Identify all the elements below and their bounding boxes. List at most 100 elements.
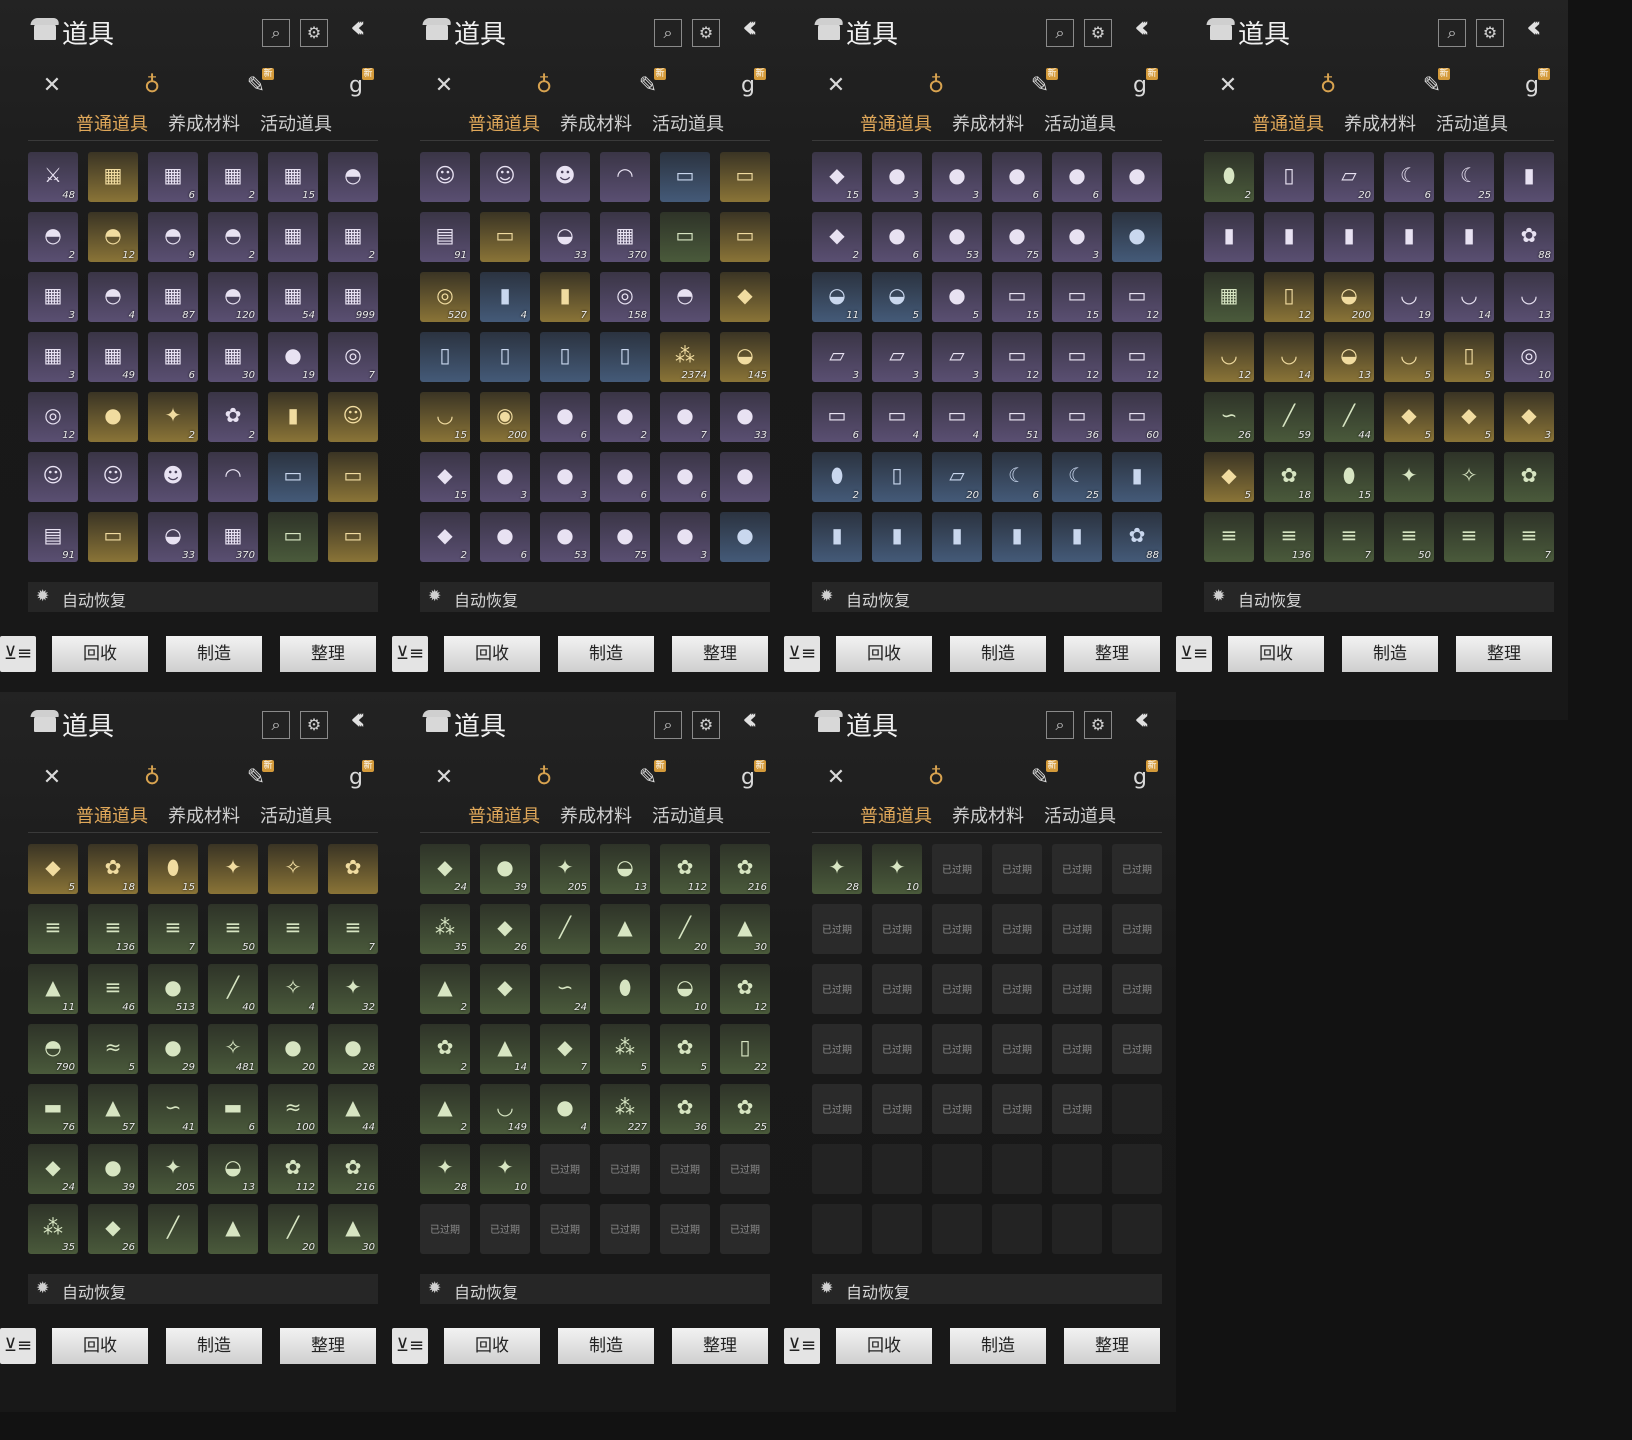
subtab-growth-materials[interactable]: 养成材料 [560,110,632,136]
settings-button[interactable]: ⚙ [1084,19,1112,47]
item-slot[interactable]: ◎ 520 [420,272,470,322]
search-button[interactable]: ⌕ [1046,19,1074,47]
item-slot[interactable]: ▦ 370 [600,212,650,262]
item-slot[interactable]: ▯ [420,332,470,382]
subtab-growth-materials[interactable]: 养成材料 [168,802,240,828]
item-slot[interactable]: ✿ 2 [420,1024,470,1074]
item-slot[interactable]: ● 75 [992,212,1042,262]
item-slot[interactable]: ≡ [1204,512,1254,562]
recycle-button[interactable]: 回收 [836,636,932,672]
item-slot[interactable]: ▱ 20 [1324,152,1374,202]
item-slot[interactable]: ☾ 6 [992,452,1042,502]
auto-restore-bar[interactable]: ✹ 自动恢复 [1204,582,1554,612]
item-slot[interactable]: ▭ [328,452,378,502]
subtab-event-items[interactable]: 活动道具 [260,802,332,828]
item-slot[interactable]: ● 28 [328,1024,378,1074]
tab-item-bag[interactable]: ♁ [524,760,564,796]
item-slot[interactable]: 已过期 [1052,1024,1102,1074]
item-slot[interactable]: ≡ 46 [88,964,138,1014]
item-slot[interactable]: ✦ 10 [480,1144,530,1194]
item-slot[interactable]: ≡ 136 [1264,512,1314,562]
item-slot[interactable]: ● 53 [540,512,590,562]
item-slot[interactable]: ▦ 49 [88,332,138,382]
item-slot[interactable]: ▭ [268,452,318,502]
item-slot[interactable]: 已过期 [420,1204,470,1254]
item-slot[interactable]: ✿ 18 [88,844,138,894]
item-slot[interactable]: ≡ 7 [148,904,198,954]
item-slot[interactable]: ● 75 [600,512,650,562]
item-slot[interactable]: ● [1112,212,1162,262]
item-slot[interactable]: ▯ [1264,152,1314,202]
tab-item-bag[interactable]: ♁ [916,68,956,104]
item-slot[interactable]: ◆ 5 [1444,392,1494,442]
item-slot[interactable]: ◒ 10 [660,964,710,1014]
item-slot[interactable]: ✧ [268,844,318,894]
back-button[interactable]: ‹‹‹ [1134,702,1150,737]
search-button[interactable]: ⌕ [654,19,682,47]
item-slot[interactable]: ▲ [208,1204,258,1254]
item-slot[interactable]: 已过期 [992,1024,1042,1074]
item-slot[interactable]: ◆ 26 [480,904,530,954]
item-slot[interactable]: ◆ 24 [420,844,470,894]
tab-scroll-category[interactable]: ✎ 新 [628,760,668,796]
item-slot[interactable]: 已过期 [1052,844,1102,894]
craft-button[interactable]: 制造 [166,1328,262,1364]
item-slot[interactable]: ▭ 51 [992,392,1042,442]
item-slot[interactable]: ◒ 5 [872,272,922,322]
item-slot[interactable]: ● 19 [268,332,318,382]
item-slot[interactable]: ▬ 6 [208,1084,258,1134]
settings-button[interactable]: ⚙ [300,19,328,47]
tab-scroll-category[interactable]: ✎ 新 [236,68,276,104]
item-slot[interactable]: ◎ 158 [600,272,650,322]
item-slot[interactable]: ◡ 13 [1504,272,1554,322]
item-slot[interactable]: ▭ 60 [1112,392,1162,442]
item-slot[interactable]: 已过期 [932,964,982,1014]
item-slot[interactable]: ● 6 [872,212,922,262]
item-slot[interactable]: ◡ 12 [1204,332,1254,382]
item-slot[interactable]: ▭ 4 [872,392,922,442]
item-slot[interactable]: ▲ 30 [328,1204,378,1254]
item-slot[interactable]: ≡ [1444,512,1494,562]
craft-button[interactable]: 制造 [950,636,1046,672]
recycle-button[interactable]: 回收 [444,1328,540,1364]
item-slot[interactable]: ◒ 13 [1324,332,1374,382]
item-slot[interactable]: ▯ 22 [720,1024,770,1074]
item-slot[interactable]: ▦ 6 [148,332,198,382]
item-slot[interactable]: ▦ 54 [268,272,318,322]
item-slot[interactable]: ▭ 36 [1052,392,1102,442]
item-slot[interactable]: ▭ 4 [932,392,982,442]
tab-scroll-category[interactable]: ✎ 新 [1020,68,1060,104]
tab-misc-category[interactable]: g新 [1512,68,1552,104]
recycle-button[interactable]: 回收 [52,1328,148,1364]
back-button[interactable]: ‹‹‹ [742,702,758,737]
item-slot[interactable]: ▮ [1324,212,1374,262]
item-slot[interactable]: ◆ [720,272,770,322]
item-slot[interactable]: ⬮ 15 [1324,452,1374,502]
item-slot[interactable]: ◆ [480,964,530,1014]
item-slot[interactable]: ▮ [1112,452,1162,502]
item-slot[interactable]: ◆ 5 [1204,452,1254,502]
search-button[interactable]: ⌕ [654,711,682,739]
item-slot[interactable]: 已过期 [872,1024,922,1074]
item-slot[interactable]: 已过期 [660,1204,710,1254]
item-slot[interactable]: ⁂ 2374 [660,332,710,382]
item-slot[interactable]: ✦ 10 [872,844,922,894]
item-slot[interactable]: ● 6 [540,392,590,442]
sort-button[interactable]: 整理 [1064,636,1160,672]
item-slot[interactable]: ● 3 [932,152,982,202]
sort-button[interactable]: 整理 [280,636,376,672]
item-slot[interactable]: 已过期 [932,844,982,894]
sort-button[interactable]: 整理 [1064,1328,1160,1364]
back-button[interactable]: ‹‹‹ [742,10,758,45]
item-slot[interactable]: ✿ 12 [720,964,770,1014]
item-slot[interactable]: 已过期 [480,1204,530,1254]
settings-button[interactable]: ⚙ [1476,19,1504,47]
tab-misc-category[interactable]: g新 [336,760,376,796]
item-slot[interactable]: ▭ 12 [992,332,1042,382]
recycle-button[interactable]: 回收 [444,636,540,672]
item-slot[interactable]: ▭ [720,212,770,262]
filter-button[interactable]: ⊻≡ [784,1328,820,1364]
item-slot[interactable]: ● [1112,152,1162,202]
craft-button[interactable]: 制造 [558,1328,654,1364]
subtab-growth-materials[interactable]: 养成材料 [168,110,240,136]
